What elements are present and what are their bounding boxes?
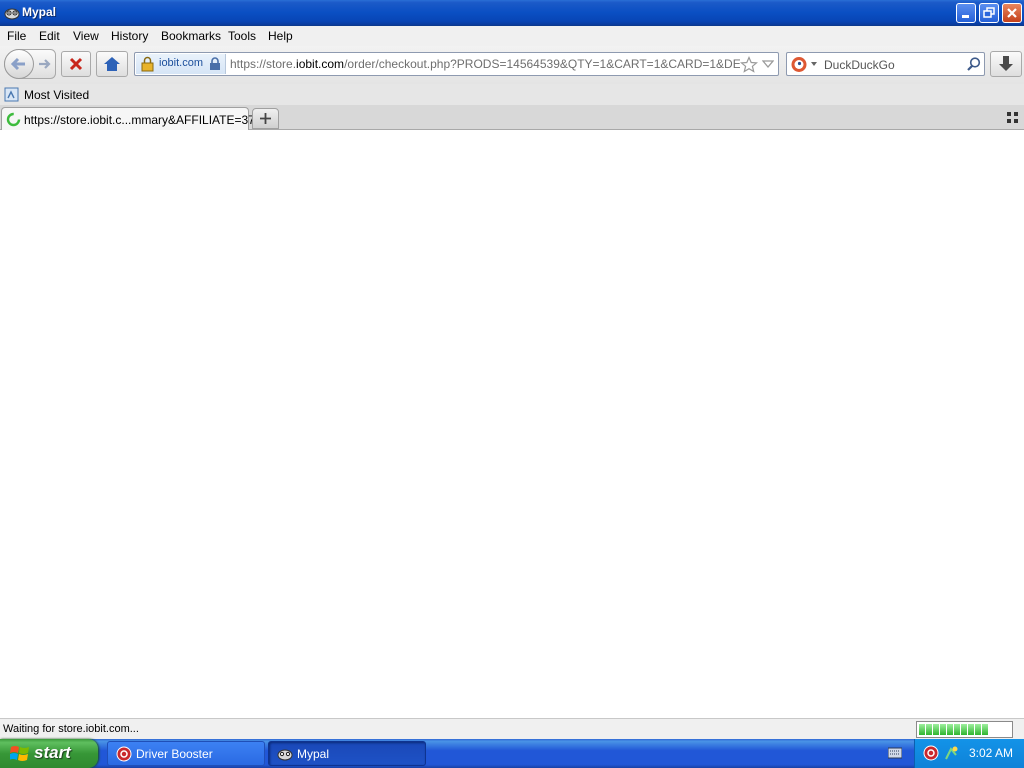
bookmarks-toolbar: Most Visited [0,84,1024,105]
status-text: Waiting for store.iobit.com... [3,723,139,735]
url-path: /order/checkout.php?PRODS=14564539&QTY=1… [344,57,740,71]
bookmark-most-visited[interactable]: Most Visited [24,88,89,102]
url-text: https://store.iobit.com/order/checkout.p… [230,57,740,71]
windows-logo-icon [10,746,29,761]
progress-segment [954,724,960,735]
minimize-button[interactable] [956,3,976,23]
url-domain: iobit.com [296,57,345,71]
menu-view[interactable]: View [73,29,99,43]
taskbar: start Driver Booster Mypal 3:02 AM [0,739,1024,768]
padlock-gold-icon [141,56,154,72]
restore-button[interactable] [979,3,999,23]
progress-segment [982,724,988,735]
menu-edit[interactable]: Edit [39,29,60,43]
back-button[interactable] [4,49,34,79]
most-visited-icon [4,87,19,102]
minimize-icon [962,15,969,18]
restore-icon [983,7,995,18]
stop-button[interactable] [61,51,91,77]
download-arrow-icon [999,56,1013,71]
search-placeholder: DuckDuckGo [824,58,895,72]
url-bar[interactable]: iobit.com https://store.iobit.com/order/… [134,52,779,76]
downloads-button[interactable] [990,51,1022,77]
menu-bar: File Edit View History Bookmarks Tools H… [0,26,1024,46]
progress-fill [919,724,1010,735]
progress-segment [947,724,953,735]
forward-button[interactable] [36,56,54,72]
back-arrow-icon [10,57,25,71]
home-icon [104,57,120,71]
close-icon [1007,8,1017,18]
search-icon[interactable] [966,56,982,72]
progress-segment [933,724,939,735]
site-identity-button[interactable]: iobit.com [136,54,226,74]
menu-tools[interactable]: Tools [228,29,256,43]
window-titlebar[interactable]: Mypal [0,0,1024,26]
taskbar-item-label: Mypal [297,747,330,761]
progress-segment [968,724,974,735]
clock: 3:02 AM [969,746,1014,760]
mypal-app-icon [4,8,20,20]
driver-booster-icon [116,746,132,762]
url-prefix: https://store. [230,57,297,71]
tab-label: https://store.iobit.c...mmary&AFFILIATE=… [24,113,275,127]
loading-spinner-icon [6,112,21,127]
menu-help[interactable]: Help [268,29,293,43]
progress-segment [961,724,967,735]
status-bar: Waiting for store.iobit.com... [0,718,1024,739]
stop-icon [69,57,83,71]
menu-bookmarks[interactable]: Bookmarks [161,29,221,43]
driver-booster-tray-icon[interactable] [923,745,939,761]
site-identity-domain: iobit.com [159,57,204,69]
new-tab-button[interactable] [252,108,279,129]
bookmark-star-icon[interactable] [740,56,758,73]
lock-icon [210,57,220,70]
page-content [0,130,1024,718]
progress-segment [926,724,932,735]
progress-segment [975,724,981,735]
menu-history[interactable]: History [111,29,148,43]
tab-checkout[interactable]: https://store.iobit.c...mmary&AFFILIATE=… [1,107,275,131]
network-tray-icon[interactable] [943,745,959,761]
taskbar-item-label: Driver Booster [136,747,213,761]
progress-segment [919,724,925,735]
mypal-icon [277,749,293,761]
home-button[interactable] [96,51,128,77]
tab-strip: https://store.iobit.c...mmary&AFFILIATE=… [0,105,1024,131]
window-title: Mypal [22,5,57,19]
url-dropdown-icon[interactable] [762,60,774,69]
navigation-toolbar: iobit.com https://store.iobit.com/order/… [0,46,1024,84]
progress-segment [940,724,946,735]
duckduckgo-icon[interactable] [790,56,820,73]
start-button[interactable]: start [0,739,98,768]
plus-icon [260,113,271,124]
search-bar[interactable]: DuckDuckGo [786,52,985,76]
list-all-tabs-icon[interactable] [1007,112,1019,124]
taskbar-item-mypal[interactable]: Mypal [268,741,426,766]
taskbar-item-driver-booster[interactable]: Driver Booster [107,741,265,766]
close-button[interactable] [1002,3,1022,23]
keyboard-icon[interactable] [888,747,902,759]
menu-file[interactable]: File [7,29,26,43]
start-label: start [34,743,71,762]
system-tray: 3:02 AM [914,739,1024,768]
loading-progress-bar [916,721,1013,738]
forward-arrow-icon [39,59,51,69]
